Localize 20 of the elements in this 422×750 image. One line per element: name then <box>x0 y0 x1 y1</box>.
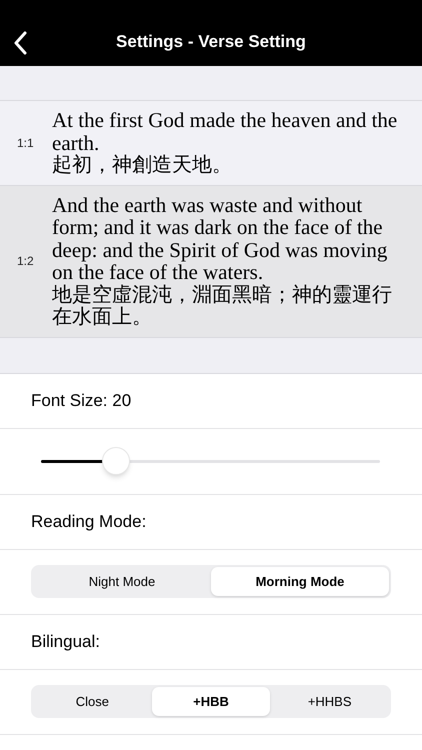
slider-thumb[interactable] <box>102 447 130 475</box>
font-size-slider[interactable] <box>41 446 380 476</box>
verse-text: And the earth was waste and without form; and it was dark on the face of the deep: and the Spirit of God was moving on the face of the waters. <box>52 194 388 284</box>
setting-label: Font Size: 20 <box>31 390 132 412</box>
verse-number: 1:1 <box>16 134 35 152</box>
segment-tab[interactable]: Close <box>33 687 152 716</box>
segment-tab[interactable]: +HBB <box>152 687 270 716</box>
segment-tab[interactable]: Night Mode <box>33 567 211 596</box>
verse-row[interactable]: 1:2 And the earth was waste and without form; and it was dark on the face of the deep: and the Spirit of God was moving on the face of the waters. 地是空虛混沌，淵面黑暗；神的靈運行在水面上。 <box>0 186 422 338</box>
back-icon <box>13 31 27 55</box>
verse-number: 1:2 <box>16 253 35 270</box>
setting-label: Reading Mode: <box>31 510 146 533</box>
segment-tab[interactable]: Morning Mode <box>211 567 389 596</box>
screen-title: Settings - Verse Setting <box>116 31 306 54</box>
setting-label: Bilingual: <box>31 630 100 653</box>
verse-translation: 地是空虛混沌，淵面黑暗；神的靈運行在水面上。 <box>52 284 393 328</box>
verse-text: At the first God made the heaven and the earth. <box>52 109 398 154</box>
segment-tab[interactable]: +HHBS <box>270 687 390 716</box>
verse-row[interactable]: 1:1 At the first God made the heaven and the earth. 起初，神創造天地。 <box>0 101 422 186</box>
verse-translation: 起初，神創造天地。 <box>52 154 233 176</box>
